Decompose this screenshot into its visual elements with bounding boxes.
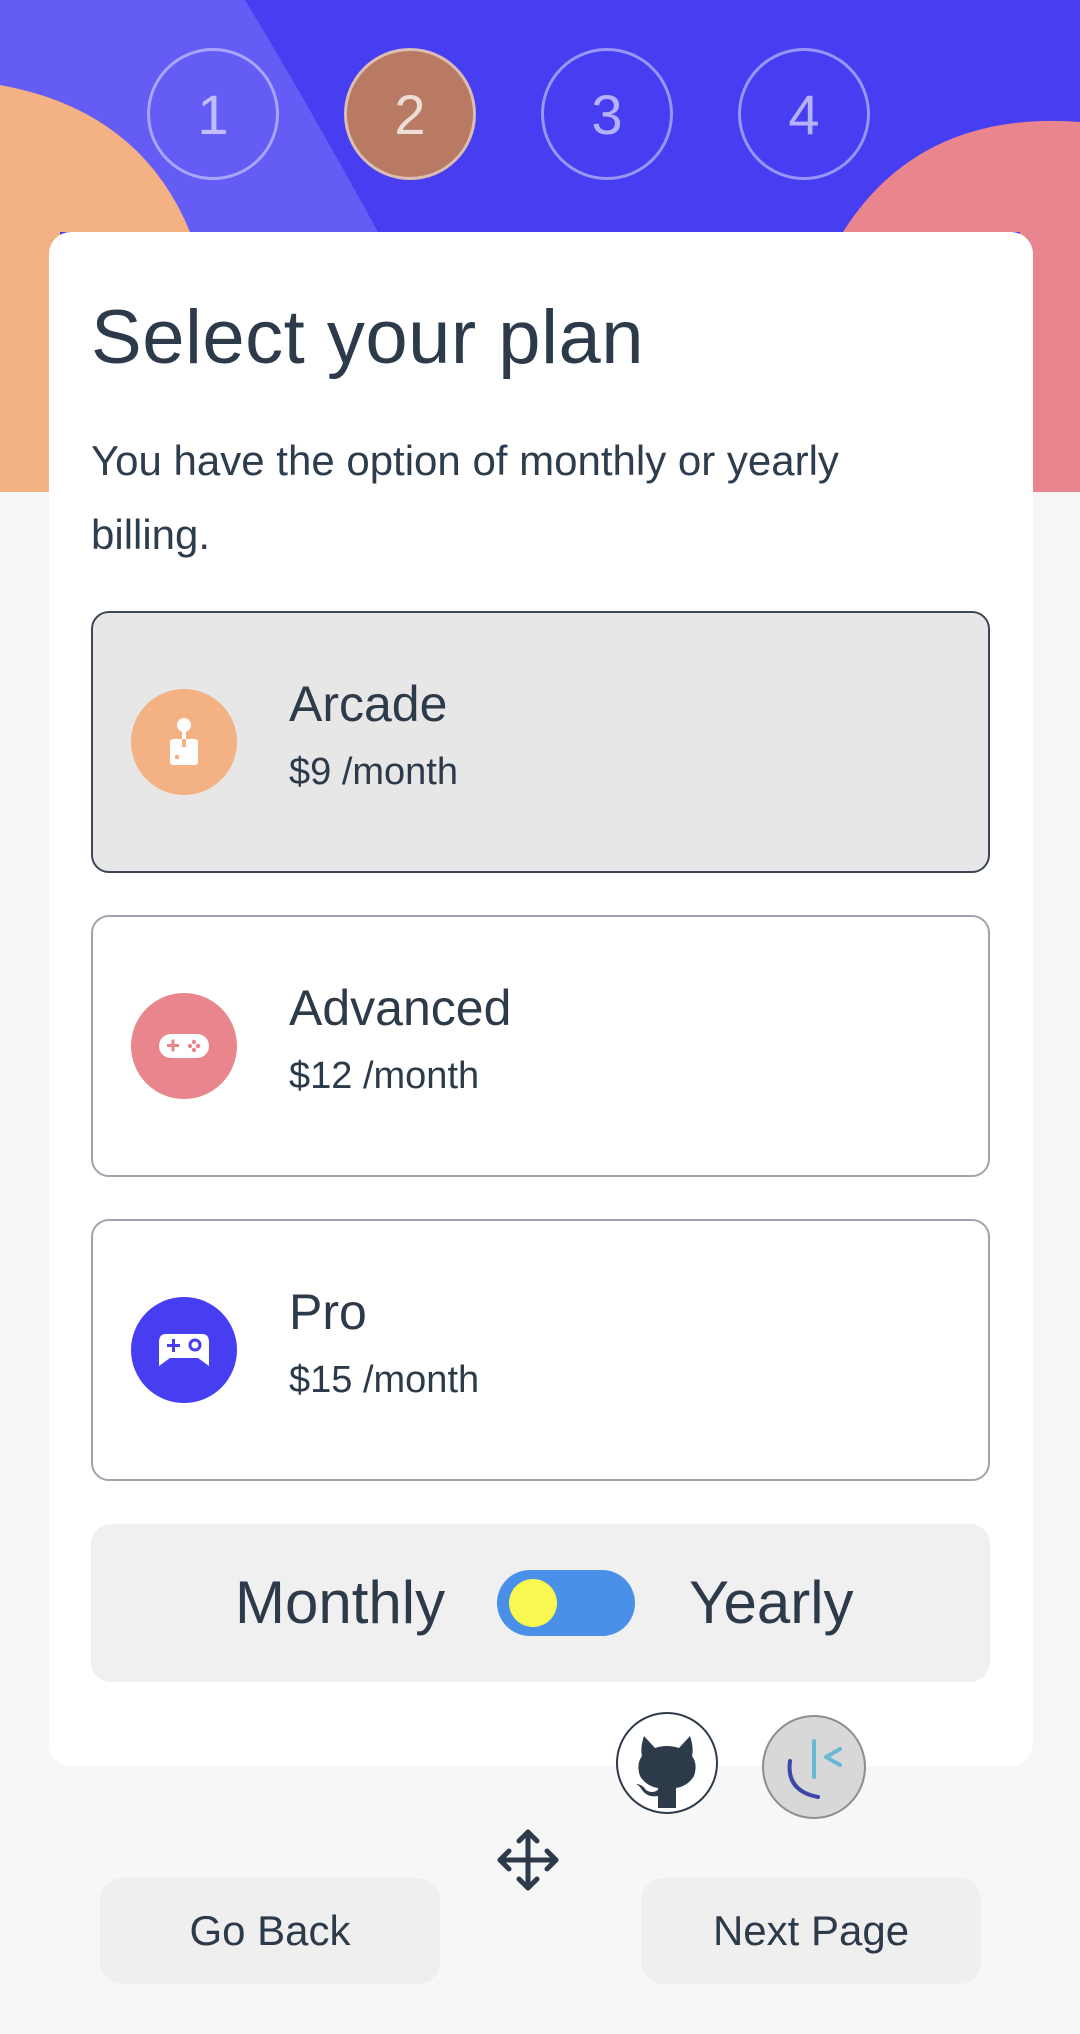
toggle-knob xyxy=(509,1579,557,1627)
plan-price: $15 /month xyxy=(289,1359,480,1401)
plan-name: Pro xyxy=(289,1284,367,1340)
billing-toggle[interactable] xyxy=(497,1570,635,1636)
plan-name: Arcade xyxy=(289,676,448,732)
step-2-active[interactable]: 2 xyxy=(344,48,476,180)
plan-option-advanced[interactable]: Advanced $12 /month xyxy=(91,915,990,1177)
billing-toggle-row: Monthly Yearly xyxy=(91,1524,990,1682)
step-1[interactable]: 1 xyxy=(147,48,279,180)
clock-logo-icon xyxy=(787,1739,842,1799)
page-title: Select your plan xyxy=(91,295,644,380)
plan-price: $12 /month xyxy=(289,1055,480,1097)
github-link[interactable] xyxy=(616,1712,718,1814)
github-icon xyxy=(636,1736,696,1808)
page-subtitle: You have the option of monthly or yearly… xyxy=(91,437,839,558)
plan-option-arcade[interactable]: Arcade $9 /month xyxy=(91,611,990,873)
step-indicator: 1 2 3 4 xyxy=(0,48,1080,180)
gamepad-icon xyxy=(131,993,237,1099)
move-icon[interactable] xyxy=(494,1826,562,1894)
plan-name: Advanced xyxy=(289,980,512,1036)
yearly-label[interactable]: Yearly xyxy=(689,1568,854,1637)
plan-price: $9 /month xyxy=(289,751,458,793)
plan-card: Select your plan You have the option of … xyxy=(49,232,1033,1766)
step-4[interactable]: 4 xyxy=(738,48,870,180)
step-3[interactable]: 3 xyxy=(541,48,673,180)
controller-icon xyxy=(131,1297,237,1403)
plan-option-pro[interactable]: Pro $15 /month xyxy=(91,1219,990,1481)
joystick-icon xyxy=(131,689,237,795)
go-back-button[interactable]: Go Back xyxy=(100,1878,440,1984)
next-page-button[interactable]: Next Page xyxy=(641,1878,981,1984)
clock-logo-link[interactable] xyxy=(762,1715,866,1819)
monthly-label[interactable]: Monthly xyxy=(235,1568,445,1637)
